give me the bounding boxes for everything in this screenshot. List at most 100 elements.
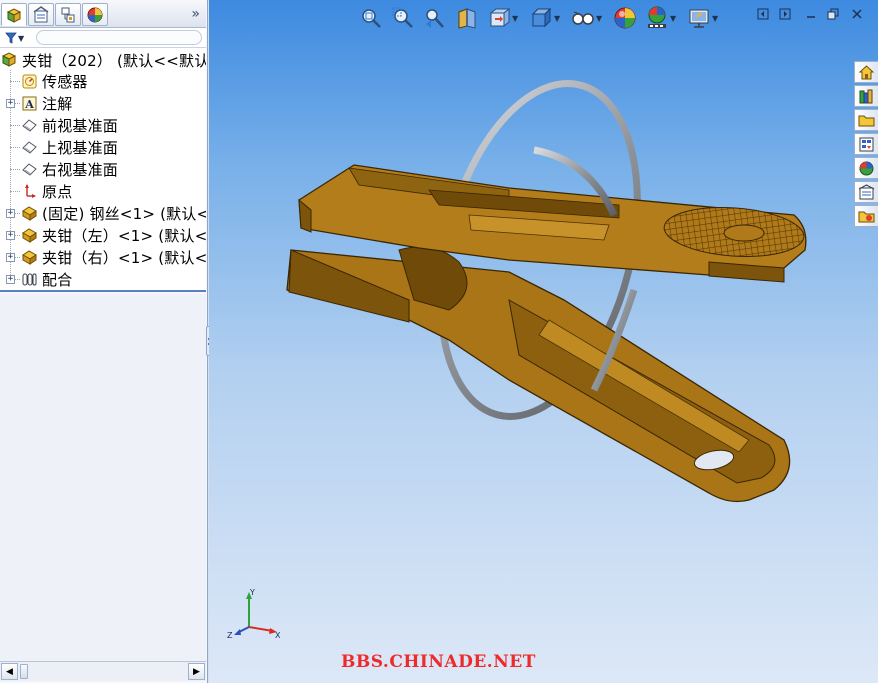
task-tab-custom-properties[interactable]: [854, 181, 878, 203]
tab-configuration-manager[interactable]: [55, 3, 81, 26]
triad-y-label: Y: [249, 588, 255, 597]
scroll-thumb[interactable]: [20, 664, 28, 679]
clamp-model[interactable]: [209, 0, 878, 683]
watermark-text: BBS.CHINADE.NET: [341, 652, 536, 672]
tree-item-origin[interactable]: 原点: [0, 180, 206, 202]
tree-item-label: 夹钳（左）<1> (默认<: [42, 226, 206, 245]
tree-root-assembly[interactable]: 夹钳（202） (默认<<默认: [0, 49, 206, 71]
restore-icon: [827, 8, 839, 20]
tab-feature-manager[interactable]: [1, 3, 27, 26]
horizontal-scrollbar[interactable]: ◀ ▶: [0, 661, 206, 681]
close-icon: [852, 9, 862, 19]
display-style-button[interactable]: ▼: [529, 4, 560, 32]
tab-property-manager[interactable]: [28, 3, 54, 26]
origin-icon: [25, 184, 36, 198]
tile-right-icon: [779, 8, 791, 20]
filter-input[interactable]: [36, 30, 202, 45]
tree-item-sensors[interactable]: 传感器: [0, 70, 206, 92]
tree-item-label: 注解: [42, 94, 73, 113]
hide-show-icon: [572, 11, 594, 25]
chevron-down-icon: ▼: [554, 13, 561, 23]
scroll-left-button[interactable]: ◀: [1, 663, 18, 680]
panel-tab-bar: »: [0, 0, 206, 28]
close-button[interactable]: [849, 6, 865, 22]
arrow-right-icon: ▶: [193, 666, 200, 677]
document-window-controls: [755, 6, 870, 22]
annotation-icon: A: [22, 96, 37, 111]
filter-button[interactable]: ▼: [5, 31, 31, 45]
task-tab-appearances[interactable]: [854, 157, 878, 179]
minimize-button[interactable]: [803, 6, 819, 22]
tree-item-front-plane[interactable]: 前视基准面: [0, 114, 206, 136]
chevron-down-icon: ▼: [712, 13, 719, 23]
hide-show-items-button[interactable]: ▼: [571, 4, 602, 32]
plane-icon: [22, 119, 37, 132]
part-icon: [22, 228, 37, 243]
panel-empty-area: [0, 294, 206, 661]
tree-item-wire[interactable]: (固定) 钢丝<1> (默认<: [0, 202, 206, 224]
design-library-icon: [859, 89, 873, 103]
task-tab-document-recovery[interactable]: [854, 205, 878, 227]
task-tab-file-explorer[interactable]: [854, 109, 878, 131]
triad-x-label: X: [275, 631, 281, 640]
tree-item-label: 前视基准面: [42, 116, 119, 135]
view-orientation-button[interactable]: ▼: [487, 4, 518, 32]
tree-item-top-plane[interactable]: 上视基准面: [0, 136, 206, 158]
zoom-to-area-icon: [392, 7, 413, 28]
tree-item-mates[interactable]: 配合: [0, 268, 206, 290]
reference-triad: Y X Z: [227, 588, 281, 640]
view-palette-icon: [859, 137, 874, 151]
heads-up-view-toolbar: ▼ ▼ ▼ ▼ ▼: [359, 4, 739, 32]
property-manager-icon: [33, 5, 49, 22]
tree-item-right-plane[interactable]: 右视基准面: [0, 158, 206, 180]
panel-more-button[interactable]: »: [191, 5, 200, 23]
task-tab-resources[interactable]: [854, 61, 878, 83]
configuration-manager-icon: [61, 7, 75, 22]
view-settings-button[interactable]: ▼: [687, 4, 718, 32]
section-view-button[interactable]: [455, 4, 479, 32]
view-orientation-icon: [489, 7, 511, 28]
custom-properties-icon: [858, 183, 875, 199]
tab-display-manager[interactable]: [82, 3, 108, 26]
appearances-icon: [859, 161, 874, 175]
zoom-to-area-button[interactable]: [391, 4, 415, 32]
scroll-right-button[interactable]: ▶: [188, 663, 205, 680]
minimize-icon: [807, 16, 815, 18]
home-icon: [858, 64, 875, 79]
tree-item-clamp-right[interactable]: 夹钳（右）<1> (默认<: [0, 246, 206, 268]
recovery-folder-icon: [858, 211, 875, 222]
feature-tree: 夹钳（202） (默认<<默认 传感器 + A 注解 前视基准面 上视基准面 右…: [0, 48, 206, 292]
graphics-viewport[interactable]: ▼ ▼ ▼ ▼ ▼ Y X Z BBS.CHINADE.NET: [209, 0, 878, 683]
feature-tree-icon: [6, 7, 22, 23]
part-icon: [22, 250, 37, 265]
task-tab-design-library[interactable]: [854, 85, 878, 107]
svg-text:A: A: [24, 98, 34, 111]
view-settings-icon: [689, 9, 709, 28]
tree-root-label: 夹钳（202） (默认<<默认: [22, 51, 206, 70]
restore-button[interactable]: [825, 6, 841, 22]
chevron-down-icon: ▼: [512, 13, 519, 23]
assembly-icon: [1, 52, 17, 67]
clamp-right-part[interactable]: [286, 246, 791, 503]
arrow-left-icon: ◀: [6, 666, 13, 677]
previous-view-button[interactable]: [423, 4, 447, 32]
section-view-icon: [458, 8, 476, 29]
triad-z-label: Z: [227, 631, 233, 640]
previous-view-icon: [426, 9, 444, 28]
tree-item-label: (固定) 钢丝<1> (默认<: [42, 204, 206, 223]
part-icon: [22, 206, 37, 221]
tree-item-label: 夹钳（右）<1> (默认<: [42, 248, 206, 267]
edit-appearance-button[interactable]: [613, 4, 637, 32]
display-manager-icon: [87, 7, 103, 22]
tree-item-annotations[interactable]: A 注解: [0, 92, 206, 114]
zoom-to-fit-button[interactable]: [359, 4, 383, 32]
appearance-icon: [614, 7, 636, 29]
mates-icon: [22, 273, 37, 286]
tree-item-label: 配合: [42, 270, 73, 289]
tile-right-button[interactable]: [777, 6, 793, 22]
apply-scene-button[interactable]: ▼: [645, 4, 676, 32]
tree-item-clamp-left[interactable]: 夹钳（左）<1> (默认<: [0, 224, 206, 246]
chevron-down-icon: ▼: [18, 33, 25, 43]
tile-left-button[interactable]: [755, 6, 771, 22]
task-tab-view-palette[interactable]: [854, 133, 878, 155]
